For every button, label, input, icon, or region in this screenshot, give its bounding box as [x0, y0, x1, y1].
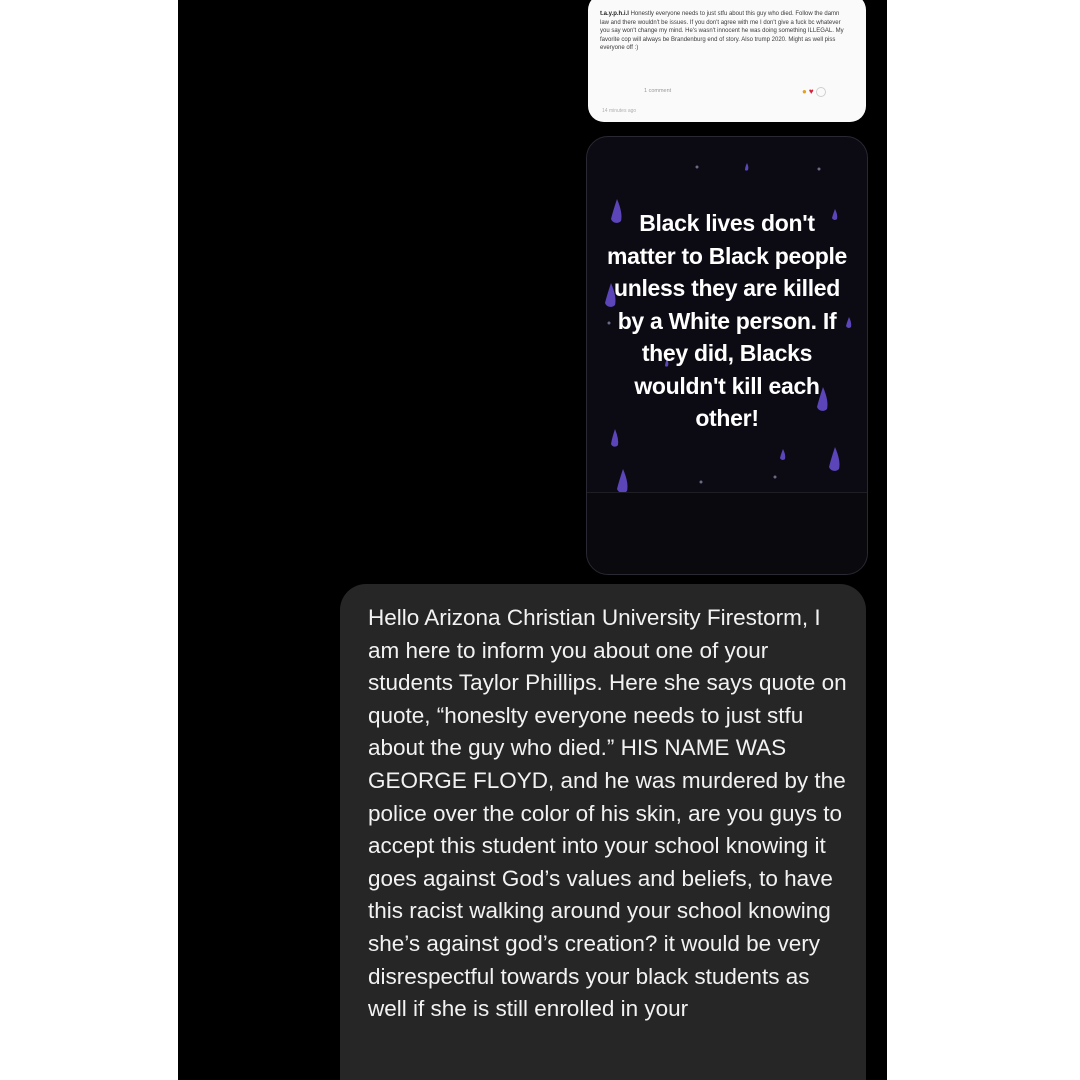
add-react-icon	[815, 87, 826, 97]
message-text: Hello Arizona Christian University Fires…	[368, 605, 847, 1022]
shared-story-image[interactable]: Black lives don't matter to Black people…	[586, 136, 868, 575]
reaction-bar: ●♥	[802, 87, 826, 97]
raindrop	[829, 447, 840, 471]
comment-username: t.a.y.p.h.i.l	[600, 11, 629, 17]
star-dot	[817, 167, 821, 171]
raindrop	[780, 449, 786, 460]
star-dot	[695, 165, 699, 169]
heart-react-icon: ♥	[808, 87, 816, 97]
comment-timestamp: 14 minutes ago	[602, 108, 637, 114]
comment-text: Honestly everyone needs to just stfu abo…	[600, 11, 844, 52]
star-dot	[773, 475, 777, 479]
story-caption: Black lives don't matter to Black people…	[606, 210, 848, 431]
message-bubble[interactable]: Hello Arizona Christian University Fires…	[340, 584, 866, 1080]
comment-body: t.a.y.p.h.i.l Honestly everyone needs to…	[600, 10, 848, 53]
star-dot	[699, 480, 703, 484]
story-footer	[587, 492, 867, 574]
raindrop	[745, 163, 749, 171]
laugh-react-icon: ●	[802, 87, 809, 97]
shared-comment-image[interactable]: t.a.y.p.h.i.l Honestly everyone needs to…	[588, 0, 866, 122]
raindrop	[617, 469, 628, 493]
chat-thread: t.a.y.p.h.i.l Honestly everyone needs to…	[178, 0, 887, 1080]
comment-count: 1 comment	[644, 88, 672, 94]
